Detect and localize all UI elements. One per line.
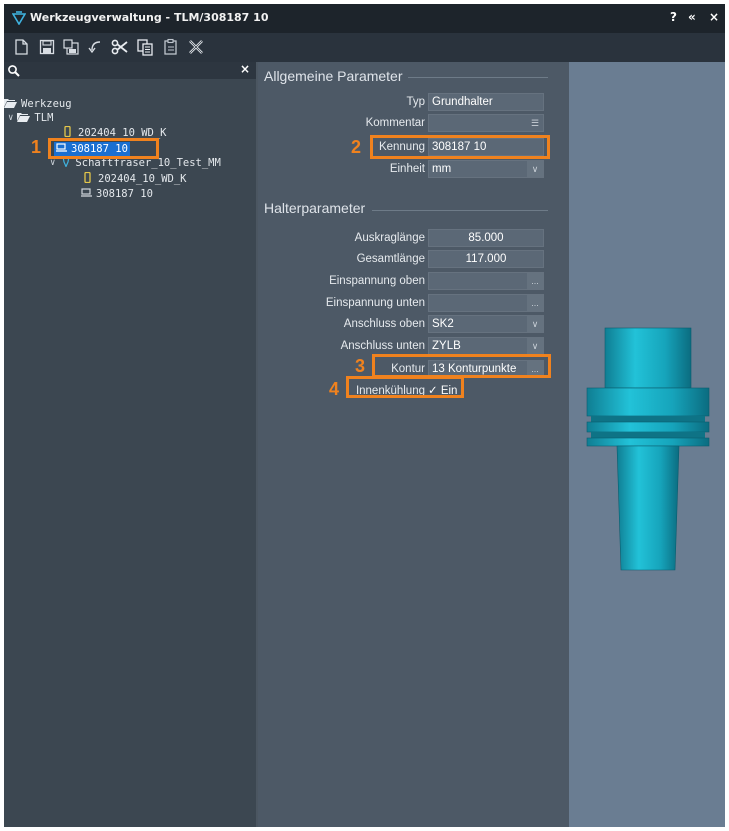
einheit-value: mm (432, 163, 452, 175)
section-divider (372, 210, 548, 211)
open-folder-icon (17, 112, 31, 125)
field-label-anschluss-oben: Anschluss oben (343, 318, 425, 330)
chevron-down-icon[interactable]: ∨ (50, 158, 55, 168)
parameter-panel: Allgemeine Parameter Typ Grundhalter Kom… (258, 62, 569, 827)
anschluss-unten-select[interactable]: ZYLB ∨ (428, 337, 544, 355)
text-edit-icon[interactable]: ☰ (527, 115, 543, 131)
clear-search-button[interactable]: × (240, 62, 250, 76)
drill-tool-icon (84, 171, 92, 186)
highlight-box-4 (346, 376, 464, 398)
close-button[interactable]: × (709, 10, 719, 24)
gesamtlaenge-value: 117.000 (465, 253, 507, 265)
paste-icon[interactable] (162, 38, 180, 56)
chevron-down-icon[interactable]: ∨ (527, 316, 543, 332)
app-icon (11, 10, 27, 26)
highlight-box-1 (48, 138, 159, 159)
einspannung-unten-field[interactable]: ... (428, 294, 544, 312)
ellipsis-button[interactable]: ... (527, 273, 543, 289)
toolbar (4, 33, 725, 62)
section-title-holder: Halterparameter (264, 200, 366, 216)
title-bar: Werkzeugverwaltung - TLM/308187 10 ? « × (4, 4, 725, 33)
new-file-icon[interactable] (12, 38, 30, 56)
tool-tree-panel: × Werkzeug ∨ TLM 202404_10_WD_K 308187 1… (4, 62, 256, 827)
annotation-number-1: 1 (31, 137, 42, 157)
undo-icon[interactable] (87, 38, 105, 56)
field-label-einheit: Einheit (389, 163, 425, 175)
help-button[interactable]: ? (670, 10, 677, 24)
annotation-number-4: 4 (329, 379, 340, 399)
tree-node-label: 308187 10 (96, 188, 153, 200)
window-title: Werkzeugverwaltung - TLM/308187 10 (30, 11, 269, 24)
tree-node-label: 202404_10_WD_K (98, 173, 187, 185)
chevron-down-icon[interactable]: ∨ (527, 161, 543, 177)
tree-node-label: TLM (34, 112, 54, 124)
open-folder-icon (4, 98, 17, 111)
highlight-box-3 (372, 354, 551, 378)
section-title-general: Allgemeine Parameter (264, 68, 403, 84)
tool-holder-model (586, 327, 710, 571)
ellipsis-button[interactable]: ... (527, 295, 543, 311)
gesamtlaenge-field[interactable]: 117.000 (428, 250, 544, 268)
tool-3d-preview[interactable] (569, 62, 725, 827)
einheit-select[interactable]: mm ∨ (428, 160, 544, 178)
einspannung-oben-field[interactable]: ... (428, 272, 544, 290)
collapse-button[interactable]: « (688, 10, 696, 24)
anschluss-unten-value: ZYLB (432, 340, 461, 352)
chevron-down-icon[interactable]: ∨ (527, 338, 543, 354)
tree-node-label: Werkzeug (21, 98, 72, 110)
tree-node-werkzeug[interactable]: Werkzeug (4, 97, 72, 111)
annotation-number-3: 3 (355, 356, 366, 376)
field-label-kommentar: Kommentar (365, 117, 425, 129)
field-label-gesamtlaenge: Gesamtlänge (356, 253, 425, 265)
tree-node-tool-202404-10-wd-k-2[interactable]: 202404_10_WD_K (84, 171, 187, 186)
save-icon[interactable] (38, 38, 56, 56)
tree-search-bar[interactable]: × (4, 62, 256, 79)
field-label-auskraglaenge: Auskraglänge (354, 232, 425, 244)
annotation-number-2: 2 (351, 137, 362, 157)
auskraglaenge-field[interactable]: 85.000 (428, 229, 544, 247)
highlight-box-2 (370, 135, 550, 159)
chevron-down-icon[interactable]: ∨ (8, 113, 13, 123)
field-label-anschluss-unten: Anschluss unten (340, 340, 425, 352)
delete-icon[interactable] (187, 38, 205, 56)
typ-value: Grundhalter (432, 96, 493, 108)
typ-field[interactable]: Grundhalter (428, 93, 544, 111)
anschluss-oben-select[interactable]: SK2 ∨ (428, 315, 544, 333)
tree-node-tlm[interactable]: ∨ TLM (8, 111, 53, 125)
cut-icon[interactable] (111, 38, 129, 56)
field-label-einspannung-unten: Einspannung unten (325, 297, 425, 309)
auskraglaenge-value: 85.000 (468, 232, 504, 244)
holder-icon (81, 188, 92, 200)
anschluss-oben-value: SK2 (432, 318, 454, 330)
section-divider (408, 77, 548, 78)
tree-node-holder-308187-10-2[interactable]: 308187 10 (81, 187, 153, 201)
field-label-einspannung-oben: Einspannung oben (329, 275, 425, 287)
copy-icon[interactable] (136, 38, 154, 56)
search-icon[interactable] (7, 63, 21, 77)
kommentar-field[interactable]: ☰ (428, 114, 544, 132)
field-label-typ: Typ (406, 96, 425, 108)
save-as-icon[interactable] (62, 38, 80, 56)
tool-manager-window: Werkzeugverwaltung - TLM/308187 10 ? « × (4, 4, 725, 827)
